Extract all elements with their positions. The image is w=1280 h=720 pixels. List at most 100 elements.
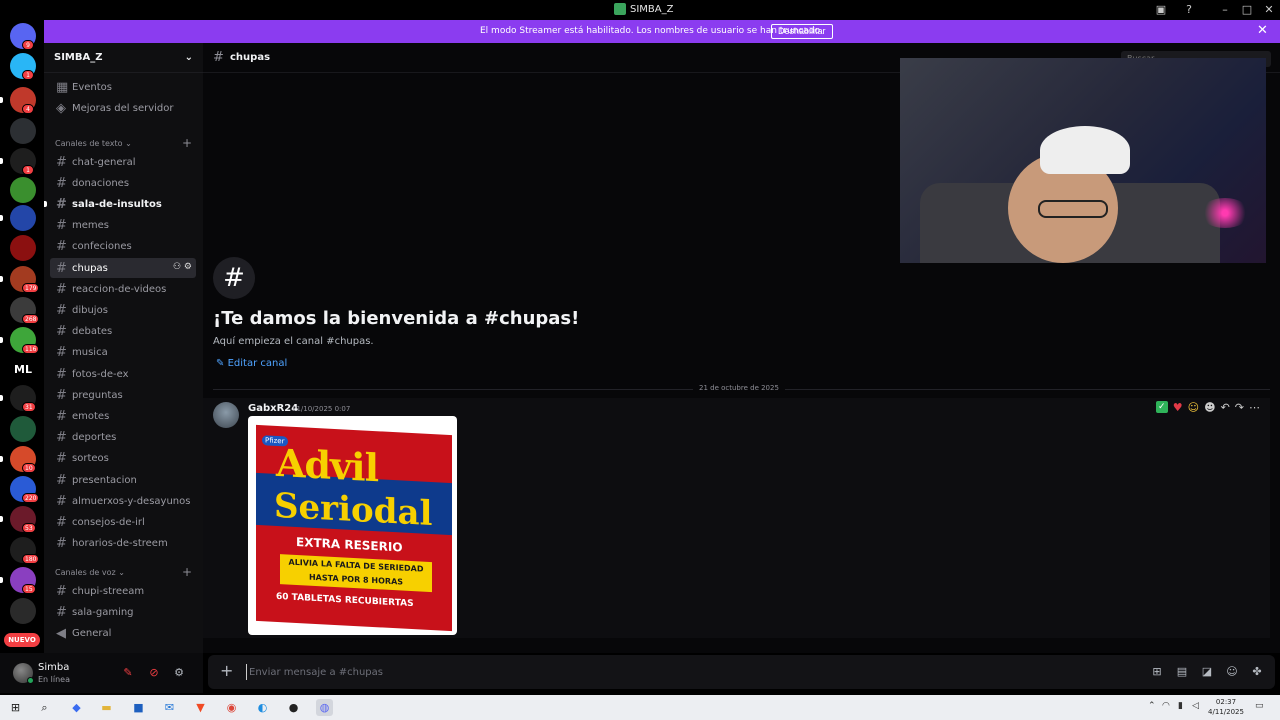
windows-start-icon[interactable]: ⊞ — [7, 699, 24, 716]
channel-fotos-de-ex[interactable]: # fotos-de-ex — [50, 364, 196, 384]
category-voice-channels[interactable]: Canales de voz ⌄ — [55, 568, 125, 577]
add-text-channel-icon[interactable]: + — [182, 136, 192, 150]
voice-channel-general[interactable]: ◀ General — [50, 623, 196, 643]
more-options-icon[interactable]: ⋯ — [1249, 401, 1260, 414]
headphones-muted-icon[interactable]: ⊘ — [146, 665, 162, 681]
window-close-icon[interactable]: ✕ — [1262, 3, 1276, 17]
message-row[interactable]: GabxR24 21/10/2025 0:07 ✓ ♥ ☺ ☻ ↶ ↷ ⋯ Pf… — [203, 398, 1270, 638]
server-mention-badge: 1 — [22, 70, 34, 80]
message-author[interactable]: GabxR24 — [248, 403, 298, 414]
channel-musica[interactable]: # musica — [50, 343, 196, 363]
obs-icon[interactable]: ● — [285, 699, 302, 716]
message-input[interactable] — [246, 664, 1126, 680]
gift-icon[interactable]: ⊞ — [1150, 665, 1164, 679]
server-icon-ml[interactable]: ML — [10, 357, 36, 383]
disable-streamer-button[interactable]: Deshabilitar — [771, 24, 833, 39]
channel-emotes[interactable]: # emotes — [50, 406, 196, 426]
laugh-reaction-icon[interactable]: ☺ — [1188, 401, 1199, 414]
channel-memes[interactable]: # memes — [50, 216, 196, 236]
gif-icon[interactable]: ▤ — [1175, 665, 1189, 679]
user-settings-gear-icon[interactable]: ⚙ — [171, 665, 187, 681]
author-avatar[interactable] — [213, 402, 239, 428]
volume-icon[interactable]: ◁ — [1192, 701, 1199, 711]
channel-dibujos[interactable]: # dibujos — [50, 300, 196, 320]
channel-hash-icon: # — [56, 493, 67, 509]
server-icon[interactable] — [10, 205, 36, 231]
outlook-icon[interactable]: ✉ — [161, 699, 178, 716]
forward-icon[interactable]: ↷ — [1235, 401, 1244, 414]
server-mention-badge: 53 — [22, 523, 36, 533]
channel-preguntas[interactable]: # preguntas — [50, 385, 196, 405]
chrome-icon[interactable]: ◉ — [223, 699, 240, 716]
sidebar-item-boosts[interactable]: ◈ Mejoras del servidor — [50, 98, 196, 118]
maximize-icon[interactable]: □ — [1240, 3, 1254, 17]
wifi-icon[interactable]: ◠ — [1162, 701, 1170, 711]
image-attachment[interactable]: Pfizer Advil Seriodal EXTRA RESERIO ALIV… — [248, 416, 457, 635]
screen-share-icon[interactable]: ▣ — [1154, 3, 1168, 17]
category-text-channels[interactable]: Canales de texto ⌄ — [55, 139, 132, 148]
server-icon[interactable] — [10, 118, 36, 144]
channel-chupas[interactable]: # chupas ⚇ ⚙ — [50, 258, 196, 278]
channel-label: dibujos — [72, 304, 108, 316]
channel-sala-de-insultos[interactable]: # sala-de-insultos — [50, 194, 196, 214]
server-mention-badge: 1 — [22, 165, 34, 175]
channel-presentacion[interactable]: # presentacion — [50, 470, 196, 490]
voice-channel-sala-gaming[interactable]: # sala-gaming — [50, 602, 196, 622]
server-icon[interactable] — [10, 416, 36, 442]
box-footer-label: 60 TABLETAS RECUBIERTAS — [276, 591, 414, 610]
server-icon[interactable] — [10, 598, 36, 624]
banner-close-icon[interactable]: ✕ — [1257, 24, 1268, 38]
speaker-icon: ◀ — [56, 625, 66, 641]
channel-confeciones[interactable]: # confeciones — [50, 237, 196, 257]
reply-icon[interactable]: ↶ — [1221, 401, 1230, 414]
attach-plus-icon[interactable]: + — [220, 663, 233, 679]
channel-settings-gear-icon[interactable]: ⚇ ⚙ — [173, 262, 192, 272]
apps-icon[interactable]: ✤ — [1250, 665, 1264, 679]
check-reaction-icon[interactable]: ✓ — [1155, 401, 1168, 413]
add-voice-channel-icon[interactable]: + — [182, 565, 192, 579]
brave-icon[interactable]: ▼ — [192, 699, 209, 716]
server-header[interactable]: SIMBA_Z ⌄ — [44, 43, 203, 73]
tray-chevron-icon[interactable]: ⌃ — [1148, 701, 1156, 711]
channel-chat-general[interactable]: # chat-general — [50, 152, 196, 172]
discord-taskbar-icon[interactable]: ◍ — [316, 699, 333, 716]
help-icon[interactable]: ? — [1182, 3, 1196, 17]
voice-channel-chupi-streeam[interactable]: # chupi-streeam — [50, 581, 196, 601]
welcome-title: ¡Te damos la bienvenida a #chupas! — [213, 308, 580, 329]
search-icon[interactable]: ⌕ — [36, 699, 53, 716]
store-icon[interactable]: ■ — [130, 699, 147, 716]
channel-reaccion-de-videos[interactable]: # reaccion-de-videos — [50, 279, 196, 299]
new-servers-badge[interactable]: NUEVO — [4, 633, 40, 647]
channel-consejos-de-irl[interactable]: # consejos-de-irl — [50, 512, 196, 532]
sidebar-item-label: Mejoras del servidor — [72, 102, 174, 114]
channel-sorteos[interactable]: # sorteos — [50, 449, 196, 469]
battery-icon[interactable]: ▮ — [1178, 701, 1183, 711]
channel-donaciones[interactable]: # donaciones — [50, 173, 196, 193]
sticker-icon[interactable]: ◪ — [1200, 665, 1214, 679]
emoji-icon[interactable]: ☺ — [1225, 665, 1239, 679]
add-reaction-icon[interactable]: ☻ — [1204, 401, 1215, 414]
channel-deportes[interactable]: # deportes — [50, 428, 196, 448]
edit-channel-link[interactable]: ✎ Editar canal — [216, 358, 287, 369]
channel-hash-badge-icon: # — [213, 257, 255, 299]
server-icon[interactable] — [10, 177, 36, 203]
edge-icon[interactable]: ◐ — [254, 699, 271, 716]
server-unread-pip — [0, 395, 3, 401]
channel-sidebar: SIMBA_Z ⌄ ▦ Eventos ◈ Mejoras del servidor C… — [44, 43, 203, 653]
channel-hash-icon: # — [56, 583, 67, 599]
box-product-label: Seriodal — [274, 485, 433, 535]
channel-almuerxos-y-desayunos[interactable]: # almuerxos-y-desayunos — [50, 491, 196, 511]
sidebar-item-events[interactable]: ▦ Eventos — [50, 77, 196, 97]
mic-muted-icon[interactable]: ✎ — [120, 665, 136, 681]
clock-date: 4/11/2025 — [1208, 708, 1244, 716]
minimize-icon[interactable]: – — [1218, 3, 1232, 17]
user-status: En línea — [38, 675, 71, 684]
file-explorer-icon[interactable]: ▬ — [98, 699, 115, 716]
channel-debates[interactable]: # debates — [50, 322, 196, 342]
notifications-icon[interactable]: ▭ — [1255, 701, 1264, 711]
copilot-icon[interactable]: ◆ — [68, 699, 85, 716]
server-icon[interactable] — [10, 235, 36, 261]
clock[interactable]: 02:37 4/11/2025 — [1206, 697, 1246, 717]
channel-horarios-de-streem[interactable]: # horarios-de-streem — [50, 534, 196, 554]
heart-reaction-icon[interactable]: ♥ — [1173, 401, 1183, 414]
